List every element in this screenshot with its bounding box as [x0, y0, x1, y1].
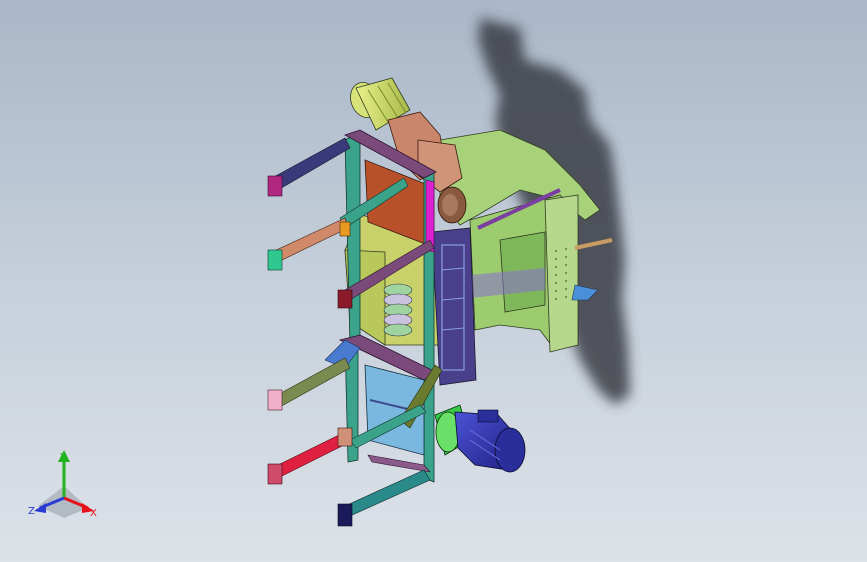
- x-axis-label: X: [90, 508, 97, 519]
- rotor-discs: [383, 283, 413, 337]
- cad-viewport[interactable]: Y X Z: [0, 0, 867, 562]
- cad-model-view[interactable]: [0, 0, 867, 562]
- bottom-motor[interactable]: [434, 404, 526, 473]
- y-axis-label: Y: [59, 452, 67, 463]
- z-axis-label: Z: [28, 506, 35, 517]
- screen-frame[interactable]: [431, 227, 477, 386]
- axis-triad: Y X Z: [28, 450, 97, 519]
